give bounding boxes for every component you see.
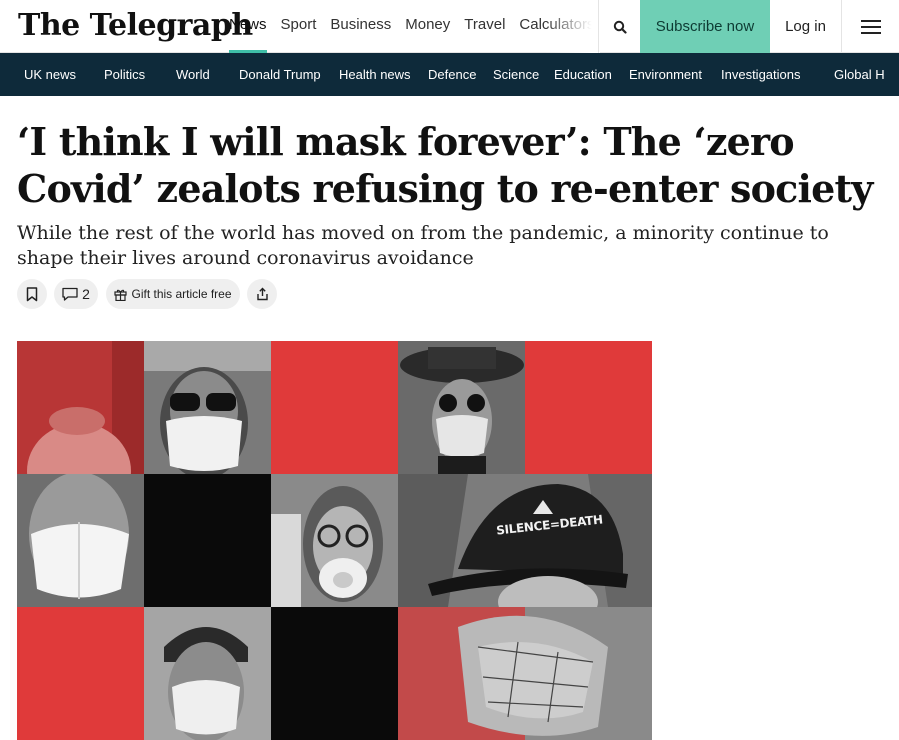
collage-photo-n95-mask [17,474,144,607]
cap-triangle-logo [533,500,553,514]
search-icon [613,20,627,34]
section-donald-trump[interactable]: Donald Trump [239,53,321,96]
collage-photo-beanie-mask [144,607,271,740]
collage-black-block [144,474,271,607]
collage-red-block-2 [525,341,652,474]
collage-photo-glasses-respirator [271,474,398,607]
bookmark-button[interactable] [17,279,47,309]
collage-photo-silence-death-cap: SILENCE=DEATH [398,474,652,607]
hamburger-menu-icon [861,19,881,34]
section-uk-news[interactable]: UK news [24,53,76,96]
collage-photo-hat-mask [398,341,525,474]
section-investigations[interactable]: Investigations [721,53,801,96]
section-defence[interactable]: Defence [428,53,476,96]
share-icon [256,287,268,301]
collage-photo-sunglasses-mask [144,341,271,474]
comment-icon [62,287,78,301]
section-global-health[interactable]: Global H [834,53,885,96]
comments-button[interactable]: 2 [54,279,98,309]
collage-black-block-2 [271,607,398,740]
article-lead-image: SILENCE=DEATH [17,341,652,740]
top-header: The Telegraph News Sport Business Money Trav… [0,0,899,53]
login-button[interactable]: Log in [770,0,842,53]
nav-business[interactable]: Business [323,0,398,53]
telegraph-logo[interactable]: The Telegraph [18,8,253,43]
search-button[interactable] [598,0,640,53]
nav-fade [545,0,600,53]
gift-icon [114,289,128,301]
comment-count: 2 [82,286,90,302]
gift-article-button[interactable]: Gift this article free [106,279,240,309]
collage-photo-red-masked-person [17,341,144,474]
nav-money[interactable]: Money [398,0,457,53]
menu-button[interactable] [843,0,899,53]
section-politics[interactable]: Politics [104,53,145,96]
section-education[interactable]: Education [554,53,612,96]
section-health-news[interactable]: Health news [339,53,411,96]
primary-nav: NewsSportBusinessMoneyTravelCalculators [222,0,598,53]
section-science[interactable]: Science [493,53,539,96]
section-world[interactable]: World [176,53,210,96]
collage-red-block-3 [17,607,144,740]
collage-red-block [271,341,398,474]
section-environment[interactable]: Environment [629,53,702,96]
share-button[interactable] [247,279,277,309]
article-headline: ‘I think I will mask forever’: The ‘zero… [17,119,873,211]
subscribe-button[interactable]: Subscribe now [640,0,770,53]
nav-news[interactable]: News [222,0,274,53]
article-standfirst: While the rest of the world has moved on… [17,222,829,269]
bookmark-icon [26,286,38,301]
section-nav: UK news Politics World Donald Trump Heal… [0,53,899,96]
nav-sport[interactable]: Sport [274,0,324,53]
gift-label: Gift this article free [131,287,232,301]
collage-photo-patterned-mask [398,607,652,740]
nav-travel[interactable]: Travel [457,0,512,53]
